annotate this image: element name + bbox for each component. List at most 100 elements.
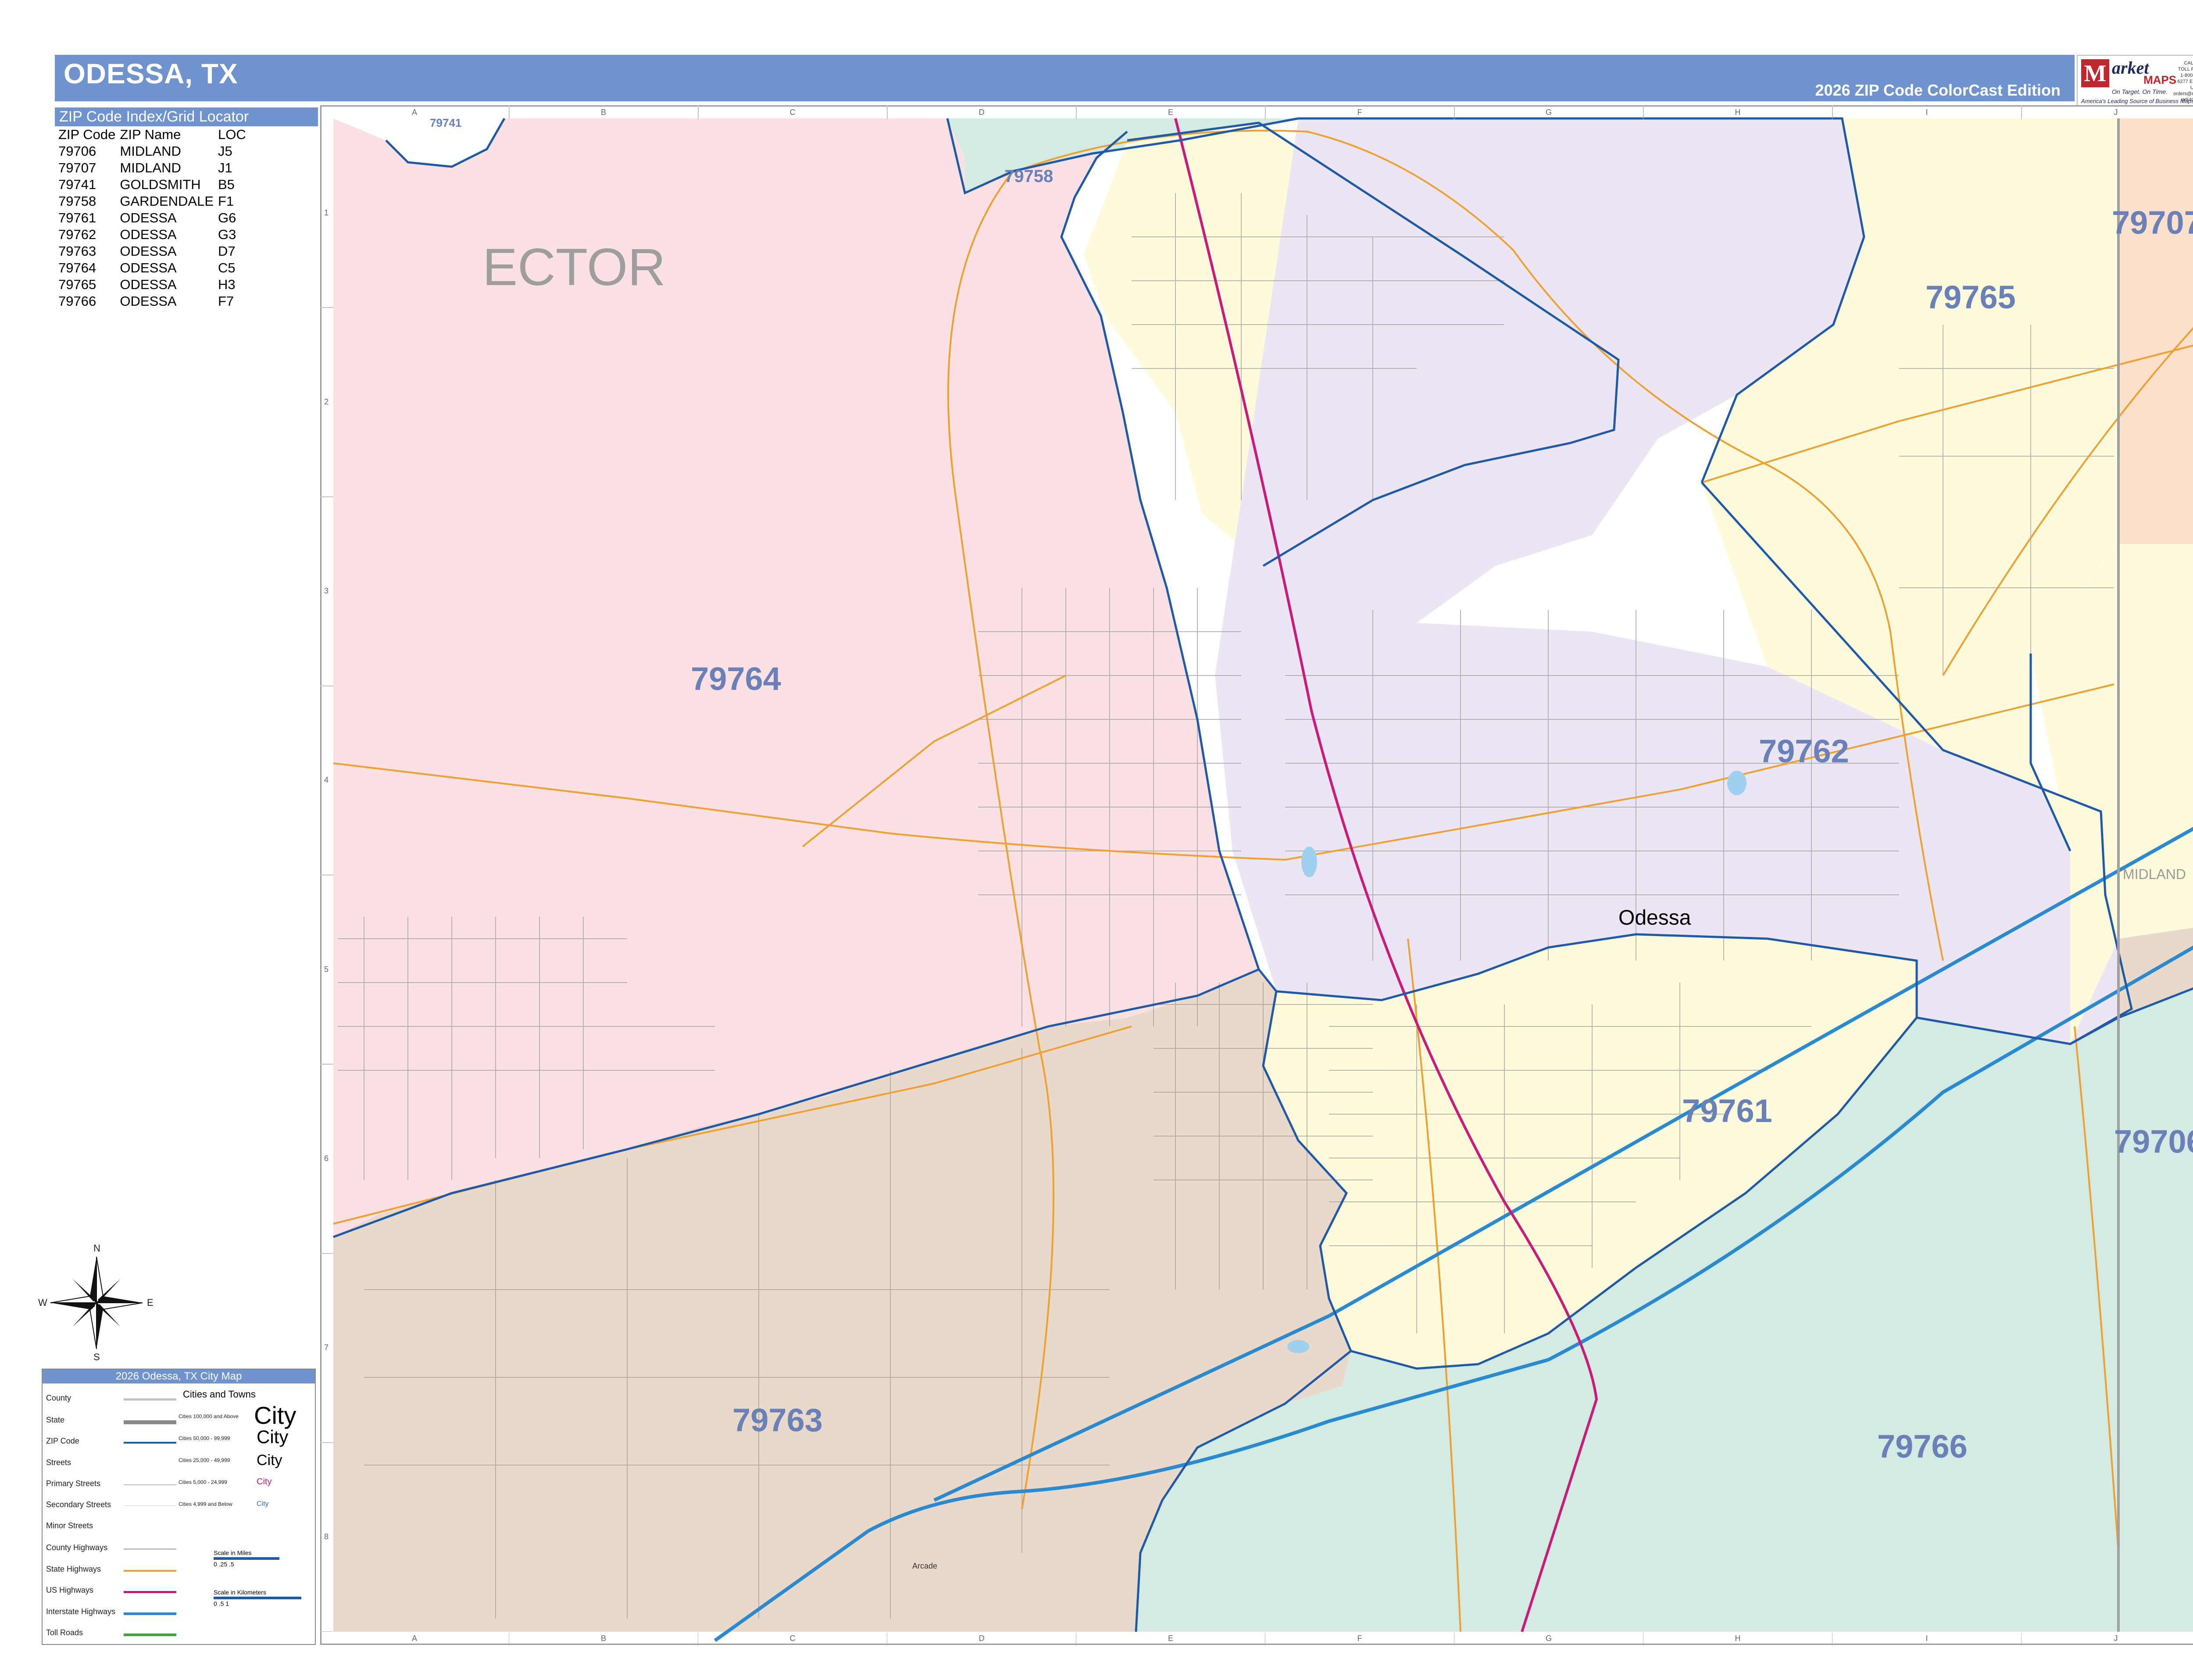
legend-scale-km-ticks: 0 .5 1 [214, 1600, 229, 1607]
zip-label-79766: 79766 [1877, 1428, 1968, 1465]
legend-item-secondary: Secondary Streets [46, 1500, 111, 1509]
zip-index-cell-name: ODESSA [120, 260, 177, 275]
legend-swatch-zip [124, 1442, 176, 1444]
compass-icon [50, 1256, 143, 1349]
grid-column-h: H [1643, 1633, 1832, 1646]
lake-1 [1301, 847, 1317, 877]
zip-label-79762: 79762 [1759, 733, 1849, 769]
legend-city-tier-3: Cities 25,000 - 49,999 [179, 1457, 230, 1463]
legend-city-sample-2: City [257, 1426, 289, 1447]
zip-index-cell-loc: H3 [218, 277, 236, 292]
legend-item-streets: Streets [46, 1458, 71, 1467]
grid-column-c: C [698, 1633, 887, 1646]
legend-swatch-county-hwy [124, 1548, 176, 1550]
grid-column-d: D [887, 1633, 1076, 1646]
map-canvas [320, 105, 2193, 1642]
zip-label-79761: 79761 [1682, 1093, 1772, 1129]
zip-index-cell-loc: D7 [218, 243, 236, 259]
edition-label: 2026 ZIP Code ColorCast Edition [1815, 81, 2061, 99]
legend-scale-km: Scale in Kilometers 0 .5 1 [214, 1589, 301, 1607]
map-header: ODESSA, TX 2026 ZIP Code ColorCast Editi… [55, 55, 2075, 101]
zip-index-table: ZIP Code ZIP Name LOC 79706 MIDLAND J5 7970… [58, 126, 250, 310]
legend-city-sample-1: City [254, 1401, 296, 1429]
zip-index-cell-zip: 79764 [58, 260, 96, 275]
legend-title: 2026 Odessa, TX City Map [43, 1369, 315, 1383]
grid-row-8: 8 [320, 1443, 332, 1632]
logo-phone-text: CALL US TOLL FREE 1-800-687-6277 EMAIL U… [2173, 61, 2193, 97]
legend-item-interstate: Interstate Highways [46, 1607, 116, 1616]
zip-label-79764: 79764 [691, 661, 781, 697]
grid-column-labels-top: ABCDEFGHIJ [320, 107, 2193, 120]
grid-column-labels-bottom: ABCDEFGHIJ [320, 1633, 2193, 1646]
zip-index-cell-zip: 79706 [58, 143, 96, 159]
legend-item-primary: Primary Streets [46, 1479, 101, 1488]
zip-label-79758: 79758 [1004, 167, 1054, 186]
legend-scale-miles: Scale in Miles 0 .25 .5 [214, 1549, 279, 1568]
lake-3 [1287, 1340, 1309, 1353]
logo-m-mark: M [2081, 59, 2109, 87]
logo-word-maps: MAPS [2143, 73, 2177, 86]
grid-row-4: 4 [320, 686, 332, 875]
grid-column-b: B [509, 107, 698, 120]
grid-column-f: F [1265, 107, 1454, 120]
legend-item-county: County [46, 1394, 71, 1402]
compass-rose: N S E W [38, 1243, 154, 1362]
grid-column-f: F [1265, 1633, 1454, 1646]
market-maps-logo: M arket MAPS On Target. On Time. America… [2077, 55, 2193, 107]
legend-item-state-hwy: State Highways [46, 1565, 101, 1573]
zip-index-cell-name: ODESSA [120, 227, 177, 242]
legend-scale-miles-bar [214, 1557, 279, 1560]
zip-index-row: 79758 GARDENDALE F1 [58, 193, 250, 210]
legend-swatch-primary [124, 1484, 176, 1485]
legend-scale-miles-ticks: 0 .25 .5 [214, 1561, 234, 1568]
map-legend: 2026 Odessa, TX City Map County State ZI… [42, 1369, 316, 1645]
zip-index-cell-zip: 79765 [58, 277, 96, 292]
grid-column-d: D [887, 107, 1076, 120]
grid-column-e: E [1076, 1633, 1265, 1646]
compass-s: S [93, 1351, 100, 1362]
grid-row-2: 2 [320, 307, 332, 497]
zip-index-cell-name: MIDLAND [120, 143, 181, 159]
zip-index-cell-loc: F1 [218, 193, 234, 209]
zip-area-79707 [2118, 118, 2193, 544]
grid-row-3: 3 [320, 497, 332, 686]
legend-city-sample-5: City [257, 1500, 269, 1508]
legend-swatch-us-hwy [124, 1591, 176, 1593]
legend-item-zip: ZIP Code [46, 1437, 79, 1445]
zip-label-79763: 79763 [732, 1402, 823, 1438]
zip-index-row: 79765 ODESSA H3 [58, 276, 250, 293]
zip-index-col-name: ZIP Name [120, 127, 181, 142]
grid-row-6: 6 [320, 1064, 332, 1254]
zip-label-79765: 79765 [1925, 279, 2016, 315]
grid-column-h: H [1643, 107, 1832, 120]
zip-index-cell-zip: 79766 [58, 293, 96, 309]
legend-item-state: State [46, 1415, 65, 1424]
zip-index-cell-loc: B5 [218, 177, 235, 192]
legend-scale-km-bar [214, 1597, 301, 1599]
legend-scale-km-title: Scale in Kilometers [214, 1589, 266, 1596]
zip-index-cell-name: ODESSA [120, 293, 177, 309]
grid-column-c: C [698, 107, 887, 120]
zip-label-79707: 79707 [2112, 204, 2193, 241]
grid-row-labels: 12345678 [320, 118, 332, 1632]
zip-index-col-loc: LOC [218, 127, 246, 142]
grid-column-a: A [320, 1633, 509, 1646]
zip-index-cell-name: ODESSA [120, 243, 177, 259]
legend-swatch-interstate [124, 1612, 176, 1615]
zip-label-79741: 79741 [430, 116, 462, 129]
logo-contact: CALL US TOLL FREE 1-800-687-6277 EMAIL U… [2173, 60, 2193, 103]
zip-index-cell-loc: G3 [218, 227, 236, 242]
legend-item-county-hwy: County Highways [46, 1543, 108, 1552]
grid-column-g: G [1454, 1633, 1643, 1646]
compass-n: N [93, 1243, 100, 1254]
logo-tagline: On Target. On Time. [2112, 88, 2168, 95]
zip-index-cell-loc: J5 [218, 143, 232, 159]
city-label-midland: MIDLAND [2123, 866, 2186, 882]
zip-index-cell-name: GOLDSMITH [120, 177, 201, 192]
legend-city-tier-5: Cities 4,999 and Below [179, 1501, 232, 1507]
zip-index-cell-loc: J1 [218, 160, 232, 175]
legend-item-minor: Minor Streets [46, 1521, 93, 1530]
lake-2 [1727, 771, 1747, 795]
grid-row-7: 7 [320, 1254, 332, 1443]
zip-index-cell-zip: 79758 [58, 193, 96, 209]
